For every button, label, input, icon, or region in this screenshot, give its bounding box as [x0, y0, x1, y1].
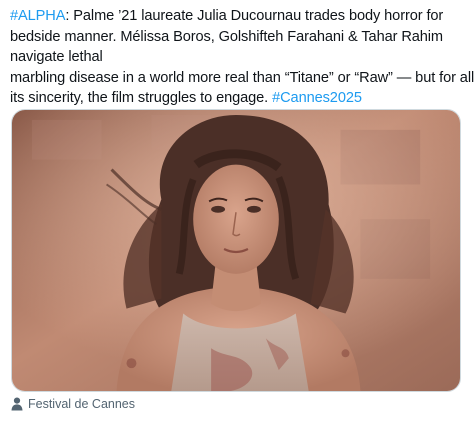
person-icon [11, 397, 23, 411]
tweet-line-4: marbling disease in a world more real th… [10, 69, 474, 86]
media-photo[interactable] [11, 109, 461, 392]
hashtag-cannes2025-link[interactable]: #Cannes2025 [272, 90, 362, 106]
tweet-line-3: navigate lethal [10, 49, 103, 65]
hashtag-alpha-link[interactable]: #ALPHA [10, 8, 65, 24]
tweet-line-2: bedside manner. Mélissa Boros, Golshifte… [10, 28, 443, 45]
tweet-line-5: its sincerity, the film struggles to eng… [10, 88, 468, 109]
tweet-line-1: #ALPHA: Palme ’21 laureate Julia Ducourn… [10, 6, 468, 27]
tagged-account[interactable]: Festival de Cannes [11, 395, 135, 413]
tagged-account-label: Festival de Cannes [28, 397, 136, 411]
tweet-text: #ALPHA: Palme ’21 laureate Julia Ducourn… [10, 6, 474, 109]
tweet-line-1-text: : Palme ’21 laureate Julia Ducournau tra… [65, 8, 444, 24]
tweet-line-5-text: its sincerity, the film struggles to eng… [10, 90, 273, 106]
film-still-image [12, 110, 460, 391]
